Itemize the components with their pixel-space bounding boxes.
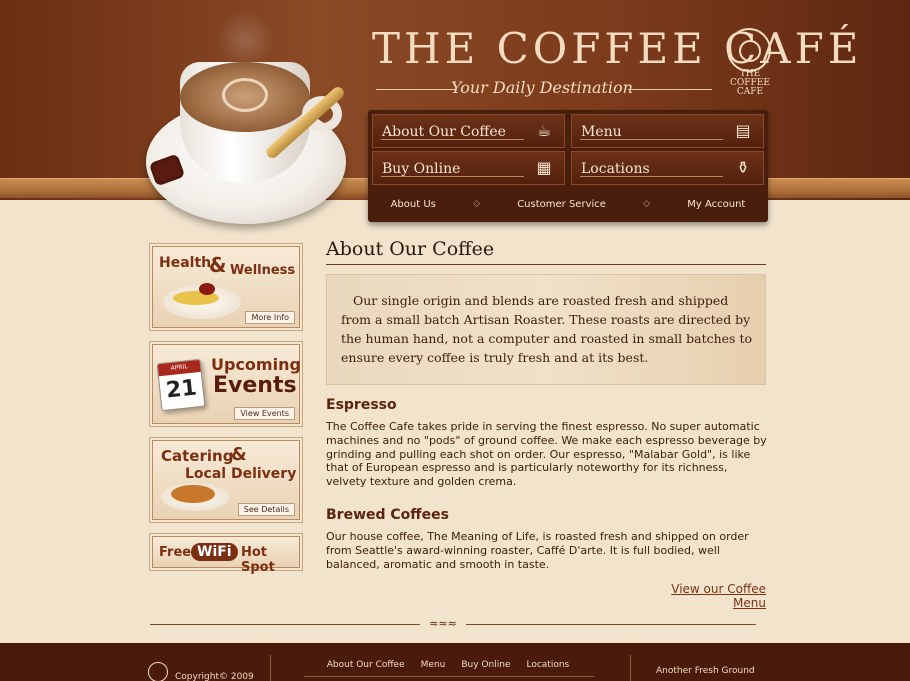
nav-label: Locations [581, 161, 650, 177]
nav-rule [580, 139, 723, 140]
nav-label: About Our Coffee [382, 124, 506, 140]
footer-logo-icon[interactable] [148, 662, 168, 681]
intro-text: Our single origin and blends are roasted… [341, 293, 752, 365]
espresso-heading: Espresso [326, 397, 397, 413]
latte-art [222, 78, 268, 112]
see-details-button[interactable]: See Details [237, 503, 295, 516]
nav-rule [580, 176, 723, 177]
footer-divider [630, 655, 631, 681]
subnav-about-us[interactable]: About Us [391, 199, 436, 210]
footer-rule [304, 676, 594, 677]
nav-rule [381, 139, 524, 140]
nav-buy-online[interactable]: Buy Online ▦ [372, 151, 565, 185]
teapot-icon: ⚱ [736, 158, 750, 177]
basket-icon: ▦ [536, 158, 552, 177]
page-title: About Our Coffee [326, 238, 766, 265]
footer-right-text: Another Fresh Ground [656, 666, 755, 676]
nav-label: Buy Online [382, 161, 461, 177]
footer-link-menu[interactable]: Menu [421, 660, 446, 670]
diamond-separator-icon: ◇ [473, 199, 480, 209]
site-logo-title[interactable]: THE COFFEE CAFÉ [372, 24, 858, 73]
brewed-coffees-body: Our house coffee, The Meaning of Life, i… [326, 530, 749, 571]
nav-label: Menu [581, 124, 622, 140]
logo-badge-icon[interactable] [727, 28, 771, 72]
subnav-my-account[interactable]: My Account [687, 199, 745, 210]
nav-menu[interactable]: Menu ▤ [571, 114, 764, 148]
croissant-image [171, 485, 215, 503]
view-events-button[interactable]: View Events [234, 407, 295, 420]
catering-title: Catering [161, 447, 234, 465]
sub-nav: About Us ◇ Customer Service ◇ My Account [372, 190, 764, 218]
health-amp: & [209, 253, 227, 277]
nav-rule [381, 176, 524, 177]
health-title: Health [159, 255, 212, 271]
brewed-coffees-heading: Brewed Coffees [326, 507, 449, 523]
logo-badge-text: THE COFFEE CAFE [730, 69, 770, 97]
diamond-separator-icon: ◇ [643, 199, 651, 209]
events-title: Events [213, 373, 297, 398]
footer-link-locations[interactable]: Locations [526, 660, 569, 670]
wifi-hotspot-box[interactable]: Free WiFi Hot Spot [152, 536, 300, 575]
wifi-badge: WiFi [191, 543, 238, 561]
menu-book-icon: ▤ [735, 121, 751, 140]
local-delivery-title: Local Delivery [185, 466, 297, 482]
footer: Copyright© 2009 About Our Coffee Menu Bu… [0, 643, 910, 681]
footer-nav: About Our Coffee Menu Buy Online Locatio… [300, 660, 596, 670]
more-info-button[interactable]: More Info [245, 311, 295, 324]
calendar-icon: APRIL 21 [156, 358, 206, 412]
health-wellness-box[interactable]: Health & Wellness More Info [152, 246, 300, 328]
view-coffee-menu-link[interactable]: View our Coffee Menu [640, 582, 766, 610]
footer-link-buy-online[interactable]: Buy Online [461, 660, 510, 670]
subnav-customer-service[interactable]: Customer Service [517, 199, 606, 210]
calendar-day: 21 [164, 375, 199, 404]
nav-locations[interactable]: Locations ⚱ [571, 151, 764, 185]
footer-divider [270, 655, 271, 681]
footer-link-about-our-coffee[interactable]: About Our Coffee [327, 660, 405, 670]
catering-delivery-box[interactable]: Catering & Local Delivery See Details [152, 440, 300, 520]
site-tagline: Your Daily Destination [451, 78, 633, 97]
espresso-body: The Coffee Cafe takes pride in serving t… [326, 420, 767, 489]
nav-about-our-coffee[interactable]: About Our Coffee ☕ [372, 114, 565, 148]
ornament-icon: ≈≈≈ [420, 618, 466, 630]
berry-image [199, 283, 215, 295]
intro-box: Our single origin and blends are roasted… [326, 274, 766, 385]
footer-copyright: Copyright© 2009 [175, 672, 254, 681]
upcoming-title: Upcoming [211, 355, 301, 374]
steam-graphic [215, 10, 275, 70]
catering-amp: & [231, 444, 247, 465]
wifi-free-label: Free [159, 545, 192, 560]
coffee-cup-icon: ☕ [536, 121, 552, 140]
upcoming-events-box[interactable]: APRIL 21 Upcoming Events View Events [152, 344, 301, 424]
wifi-hotspot-label: Hot Spot [241, 545, 275, 575]
wellness-title: Wellness [230, 263, 296, 278]
